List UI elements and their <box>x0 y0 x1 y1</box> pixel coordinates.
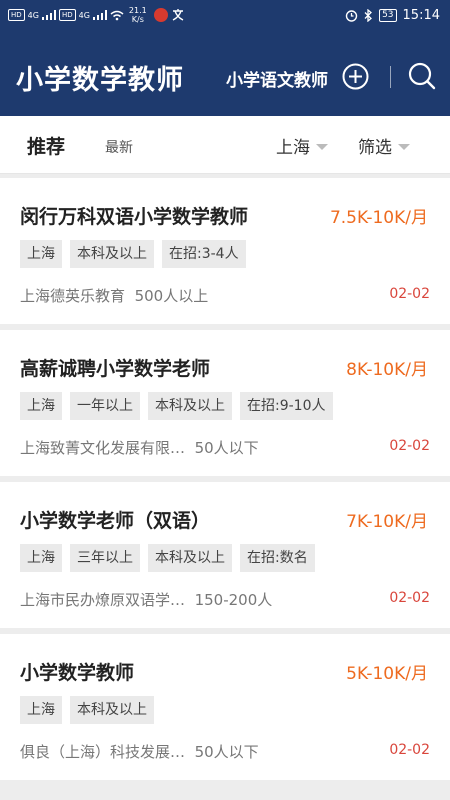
page-title: 小学数学教师 <box>16 65 184 96</box>
job-card[interactable]: 闵行万科双语小学数学教师 7.5K-10K/月 上海 本科及以上 在招:3-4人… <box>0 178 450 324</box>
battery-indicator: 53 <box>379 9 397 22</box>
tag-openings: 在招:数名 <box>240 544 315 572</box>
job-card[interactable]: 高薪诚聘小学数学老师 8K-10K/月 上海 一年以上 本科及以上 在招:9-1… <box>0 330 450 476</box>
header-divider <box>390 66 391 88</box>
company-info: 上海致菁文化发展有限… 50人以下 <box>20 437 259 458</box>
filter-label: 筛选 <box>358 138 392 158</box>
job-salary: 5K-10K/月 <box>346 664 428 684</box>
job-card[interactable]: 小学数学教师 5K-10K/月 上海 本科及以上 俱良（上海）科技发展… 50人… <box>0 634 450 780</box>
tag-location: 上海 <box>20 544 62 572</box>
app-header: HD 4G HD 4G 21.1 K/s 53 15:14 小学数学教师 小学语文… <box>0 0 450 116</box>
filter-bar: 推荐 最新 上海 筛选 <box>0 116 450 174</box>
job-tags: 上海 本科及以上 <box>20 696 154 724</box>
city-label: 上海 <box>276 138 310 158</box>
job-title: 高薪诚聘小学数学老师 <box>20 358 211 380</box>
post-date: 02-02 <box>389 742 430 758</box>
tag-location: 上海 <box>20 392 62 420</box>
chevron-down-icon <box>316 143 328 150</box>
status-bar: HD 4G HD 4G 21.1 K/s 53 15:14 <box>0 0 450 34</box>
tag-experience: 一年以上 <box>70 392 140 420</box>
tag-education: 本科及以上 <box>70 240 154 268</box>
job-card[interactable]: 小学数学老师（双语） 7K-10K/月 上海 三年以上 本科及以上 在招:数名 … <box>0 482 450 628</box>
job-salary: 7.5K-10K/月 <box>329 208 428 228</box>
tab-recommend[interactable]: 推荐 <box>27 132 65 159</box>
tag-education: 本科及以上 <box>148 544 232 572</box>
signal2-icon <box>92 10 107 20</box>
filter-dropdown[interactable]: 筛选 <box>358 133 410 158</box>
tag-education: 本科及以上 <box>70 696 154 724</box>
net1-label: 4G <box>27 10 39 20</box>
sim2-badge: HD <box>58 9 76 21</box>
notification-app-icon <box>153 8 168 22</box>
company-size: 50人以下 <box>194 439 259 457</box>
job-title: 小学数学老师（双语） <box>20 510 211 532</box>
chevron-down-icon <box>398 143 410 150</box>
alarm-icon <box>345 10 358 22</box>
clock: 15:14 <box>402 8 440 23</box>
add-icon[interactable] <box>342 63 369 90</box>
sim1-badge: HD <box>8 9 25 21</box>
wifi-icon <box>110 10 124 20</box>
tag-openings: 在招:3-4人 <box>162 240 246 268</box>
company-size: 500人以上 <box>134 287 209 305</box>
tag-education: 本科及以上 <box>148 392 232 420</box>
tag-openings: 在招:9-10人 <box>240 392 333 420</box>
company-info: 俱良（上海）科技发展… 50人以下 <box>20 741 259 762</box>
post-date: 02-02 <box>389 438 430 454</box>
company-info: 上海德英乐教育 500人以上 <box>20 285 208 306</box>
company-size: 50人以下 <box>194 743 259 761</box>
secondary-title-tab[interactable]: 小学语文教师 <box>226 66 328 91</box>
job-title: 闵行万科双语小学数学教师 <box>20 206 249 228</box>
search-icon[interactable] <box>408 62 436 90</box>
tag-experience: 三年以上 <box>70 544 140 572</box>
post-date: 02-02 <box>389 590 430 606</box>
net-speed: 21.1 K/s <box>128 6 147 24</box>
net2-label: 4G <box>78 10 90 20</box>
tab-latest[interactable]: 最新 <box>105 137 133 157</box>
bluetooth-icon <box>364 9 373 22</box>
job-tags: 上海 本科及以上 在招:3-4人 <box>20 240 246 268</box>
tag-location: 上海 <box>20 696 62 724</box>
job-tags: 上海 三年以上 本科及以上 在招:数名 <box>20 544 315 572</box>
company-name: 上海德英乐教育 <box>20 287 126 305</box>
tag-location: 上海 <box>20 240 62 268</box>
job-salary: 8K-10K/月 <box>346 360 428 380</box>
company-name: 上海致菁文化发展有限… <box>20 439 186 457</box>
company-info: 上海市民办燎原双语学… 150-200人 <box>20 589 272 610</box>
job-tags: 上海 一年以上 本科及以上 在招:9-10人 <box>20 392 333 420</box>
company-size: 150-200人 <box>194 591 273 609</box>
city-dropdown[interactable]: 上海 <box>276 133 328 158</box>
post-date: 02-02 <box>389 286 430 302</box>
company-name: 上海市民办燎原双语学… <box>20 591 186 609</box>
company-name: 俱良（上海）科技发展… <box>20 743 186 761</box>
translate-notification-icon <box>172 9 184 21</box>
job-title: 小学数学教师 <box>20 662 135 684</box>
job-salary: 7K-10K/月 <box>346 512 428 532</box>
signal1-icon <box>41 10 56 20</box>
